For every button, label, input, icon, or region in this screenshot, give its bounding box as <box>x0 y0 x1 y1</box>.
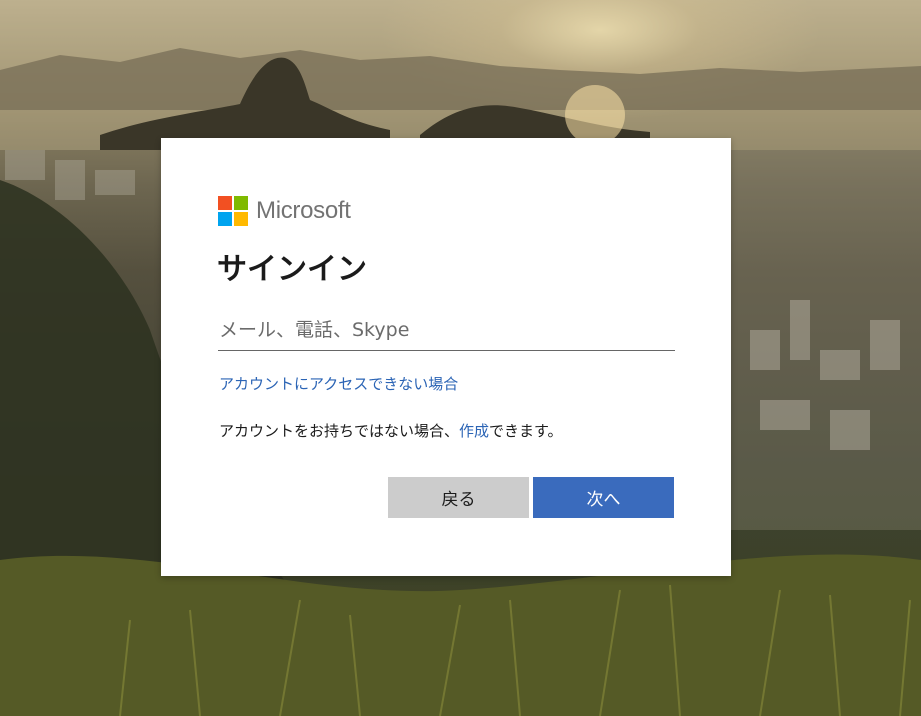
cant-access-account-link[interactable]: アカウントにアクセスできない場合 <box>219 372 458 396</box>
page-title: サインイン <box>217 252 367 287</box>
email-input[interactable] <box>218 310 675 351</box>
signin-dialog: Microsoft サインイン アカウントにアクセスできない場合 アカウントをお… <box>161 138 731 576</box>
next-button[interactable]: 次へ <box>533 477 674 518</box>
back-button[interactable]: 戻る <box>388 477 529 518</box>
logo-wordmark: Microsoft <box>256 197 351 224</box>
logo-square-blue <box>218 212 232 226</box>
no-account-prefix: アカウントをお持ちではない場合、 <box>219 422 460 440</box>
microsoft-logo: Microsoft <box>218 196 351 226</box>
logo-square-green <box>234 196 248 210</box>
microsoft-logo-icon <box>218 196 248 226</box>
no-account-text: アカウントをお持ちではない場合、作成できます。 <box>219 419 563 443</box>
logo-square-red <box>218 196 232 210</box>
create-account-link[interactable]: 作成 <box>459 422 489 440</box>
logo-square-yellow <box>234 212 248 226</box>
no-account-suffix: できます。 <box>489 422 563 440</box>
